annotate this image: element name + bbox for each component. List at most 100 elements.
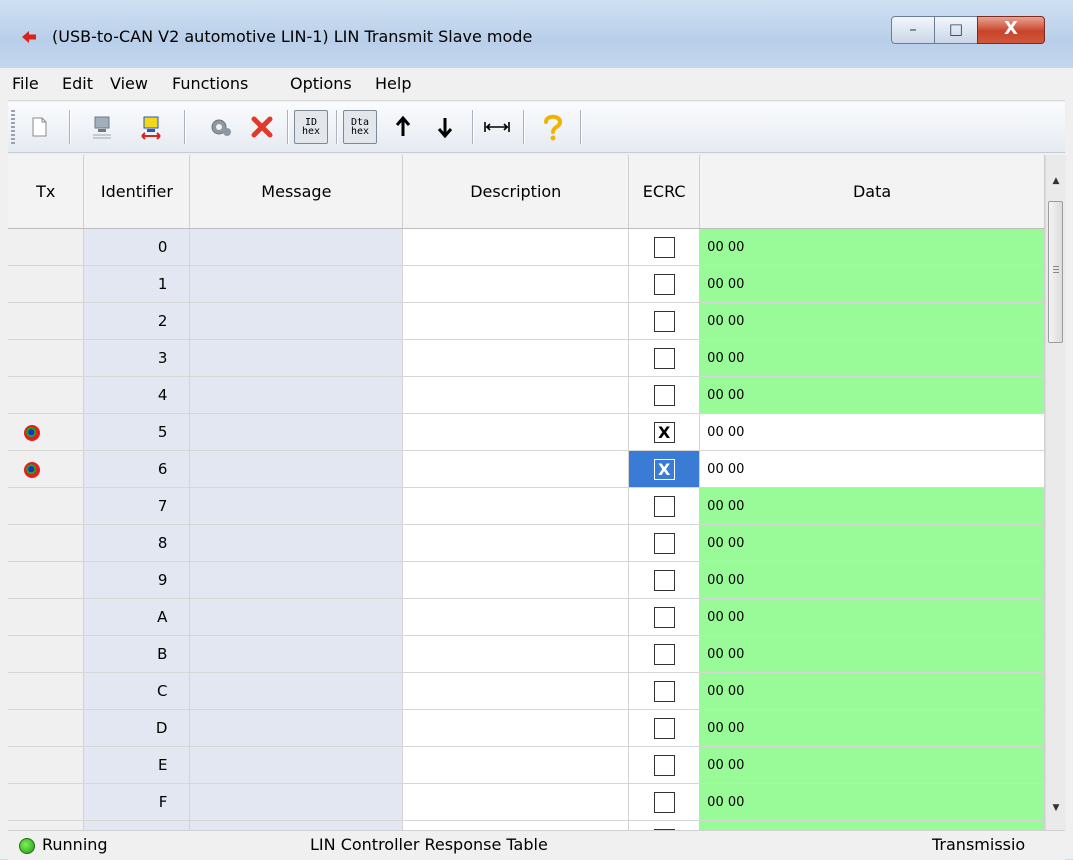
ecrc-cell[interactable] xyxy=(628,524,701,562)
table-row[interactable]: F 00 00 xyxy=(8,783,1045,821)
ecrc-cell[interactable] xyxy=(628,376,701,414)
message-cell[interactable] xyxy=(189,783,404,821)
ecrc-cell[interactable] xyxy=(628,561,701,599)
identifier-cell[interactable]: 2 xyxy=(83,302,191,340)
message-cell[interactable] xyxy=(189,561,404,599)
identifier-cell[interactable]: B xyxy=(83,635,191,673)
description-cell[interactable] xyxy=(402,783,630,821)
identifier-cell[interactable]: 8 xyxy=(83,524,191,562)
ecrc-checkbox[interactable] xyxy=(653,236,675,258)
identifier-cell[interactable]: F xyxy=(83,783,191,821)
help-button[interactable] xyxy=(536,110,570,144)
table-row[interactable]: 4 00 00 xyxy=(8,376,1045,414)
description-cell[interactable] xyxy=(402,635,630,673)
ecrc-checkbox[interactable] xyxy=(653,643,675,665)
identifier-cell[interactable]: 1 xyxy=(83,265,191,303)
data-cell[interactable]: 00 00 xyxy=(699,746,1045,784)
disconnect-button[interactable] xyxy=(135,110,169,144)
identifier-cell[interactable]: 3 xyxy=(83,339,191,377)
data-cell[interactable]: 00 00 xyxy=(699,265,1045,303)
column-width-button[interactable] xyxy=(480,110,514,144)
maximize-button[interactable]: □ xyxy=(934,16,978,44)
ecrc-checkbox[interactable] xyxy=(653,569,675,591)
identifier-cell[interactable]: 0 xyxy=(83,228,191,266)
column-header-description[interactable]: Description xyxy=(402,155,630,229)
ecrc-checkbox[interactable] xyxy=(653,347,675,369)
data-hex-toggle[interactable]: Dta hex xyxy=(343,110,377,144)
ecrc-cell[interactable] xyxy=(628,709,701,747)
ecrc-cell[interactable] xyxy=(628,820,701,830)
message-cell[interactable] xyxy=(189,450,404,488)
ecrc-checkbox[interactable]: X xyxy=(653,421,675,443)
data-cell[interactable]: 00 00 xyxy=(699,487,1045,525)
table-row[interactable]: 2 00 00 xyxy=(8,302,1045,340)
column-header-data[interactable]: Data xyxy=(699,155,1045,229)
message-cell[interactable] xyxy=(189,598,404,636)
description-cell[interactable] xyxy=(402,561,630,599)
ecrc-cell[interactable] xyxy=(628,228,701,266)
ecrc-cell[interactable]: X xyxy=(628,413,701,451)
settings-button[interactable] xyxy=(204,110,238,144)
ecrc-cell[interactable] xyxy=(628,783,701,821)
data-cell[interactable]: 00 00 xyxy=(699,561,1045,599)
ecrc-cell[interactable]: X xyxy=(628,450,701,488)
table-row[interactable]: 1 00 00 xyxy=(8,265,1045,303)
data-cell[interactable]: 00 00 xyxy=(699,450,1045,488)
move-down-button[interactable] xyxy=(428,110,462,144)
ecrc-cell[interactable] xyxy=(628,746,701,784)
data-cell[interactable]: 00 00 xyxy=(699,783,1045,821)
description-cell[interactable] xyxy=(402,524,630,562)
tx-cell[interactable] xyxy=(8,672,85,710)
data-cell[interactable]: 00 00 xyxy=(699,635,1045,673)
tx-cell[interactable] xyxy=(8,339,85,377)
ecrc-cell[interactable] xyxy=(628,598,701,636)
table-row[interactable]: 7 00 00 xyxy=(8,487,1045,525)
message-cell[interactable] xyxy=(189,635,404,673)
description-cell[interactable] xyxy=(402,413,630,451)
table-row[interactable]: 0 00 00 xyxy=(8,228,1045,266)
identifier-cell[interactable]: 4 xyxy=(83,376,191,414)
description-cell[interactable] xyxy=(402,265,630,303)
tx-cell[interactable] xyxy=(8,635,85,673)
message-cell[interactable] xyxy=(189,413,404,451)
tx-cell[interactable] xyxy=(8,598,85,636)
table-row[interactable]: A 00 00 xyxy=(8,598,1045,636)
identifier-cell[interactable]: D xyxy=(83,709,191,747)
menu-functions[interactable]: Functions xyxy=(172,74,248,93)
data-cell[interactable]: 00 00 xyxy=(699,709,1045,747)
tx-cell[interactable] xyxy=(8,709,85,747)
table-row[interactable]: 8 00 00 xyxy=(8,524,1045,562)
data-cell[interactable]: 00 00 xyxy=(699,376,1045,414)
table-row[interactable]: 5 X 00 00 xyxy=(8,413,1045,451)
table-row[interactable]: E 00 00 xyxy=(8,746,1045,784)
tx-cell[interactable] xyxy=(8,561,85,599)
identifier-cell[interactable]: E xyxy=(83,746,191,784)
data-cell[interactable]: 00 00 xyxy=(699,598,1045,636)
data-cell[interactable]: 00 00 xyxy=(699,413,1045,451)
column-header-message[interactable]: Message xyxy=(189,155,404,229)
id-hex-toggle[interactable]: ID hex xyxy=(294,110,328,144)
description-cell[interactable] xyxy=(402,376,630,414)
message-cell[interactable] xyxy=(189,524,404,562)
ecrc-checkbox[interactable]: X xyxy=(653,458,675,480)
identifier-cell[interactable]: 6 xyxy=(83,450,191,488)
menu-help[interactable]: Help xyxy=(375,74,411,93)
identifier-cell[interactable]: A xyxy=(83,598,191,636)
message-cell[interactable] xyxy=(189,709,404,747)
ecrc-cell[interactable] xyxy=(628,339,701,377)
delete-button[interactable] xyxy=(245,110,279,144)
identifier-cell[interactable]: C xyxy=(83,672,191,710)
ecrc-checkbox[interactable] xyxy=(653,606,675,628)
column-header-identifier[interactable]: Identifier xyxy=(83,155,191,229)
description-cell[interactable] xyxy=(402,228,630,266)
description-cell[interactable] xyxy=(402,820,630,830)
vertical-scrollbar[interactable]: ▲ ▼ xyxy=(1045,155,1066,830)
tx-cell[interactable] xyxy=(8,302,85,340)
column-header-tx[interactable]: Tx xyxy=(8,155,85,229)
tx-cell[interactable] xyxy=(8,265,85,303)
ecrc-cell[interactable] xyxy=(628,635,701,673)
title-bar[interactable]: (USB-to-CAN V2 automotive LIN-1) LIN Tra… xyxy=(0,0,1073,68)
table-row[interactable]: 9 00 00 xyxy=(8,561,1045,599)
message-cell[interactable] xyxy=(189,302,404,340)
identifier-cell[interactable]: 9 xyxy=(83,561,191,599)
